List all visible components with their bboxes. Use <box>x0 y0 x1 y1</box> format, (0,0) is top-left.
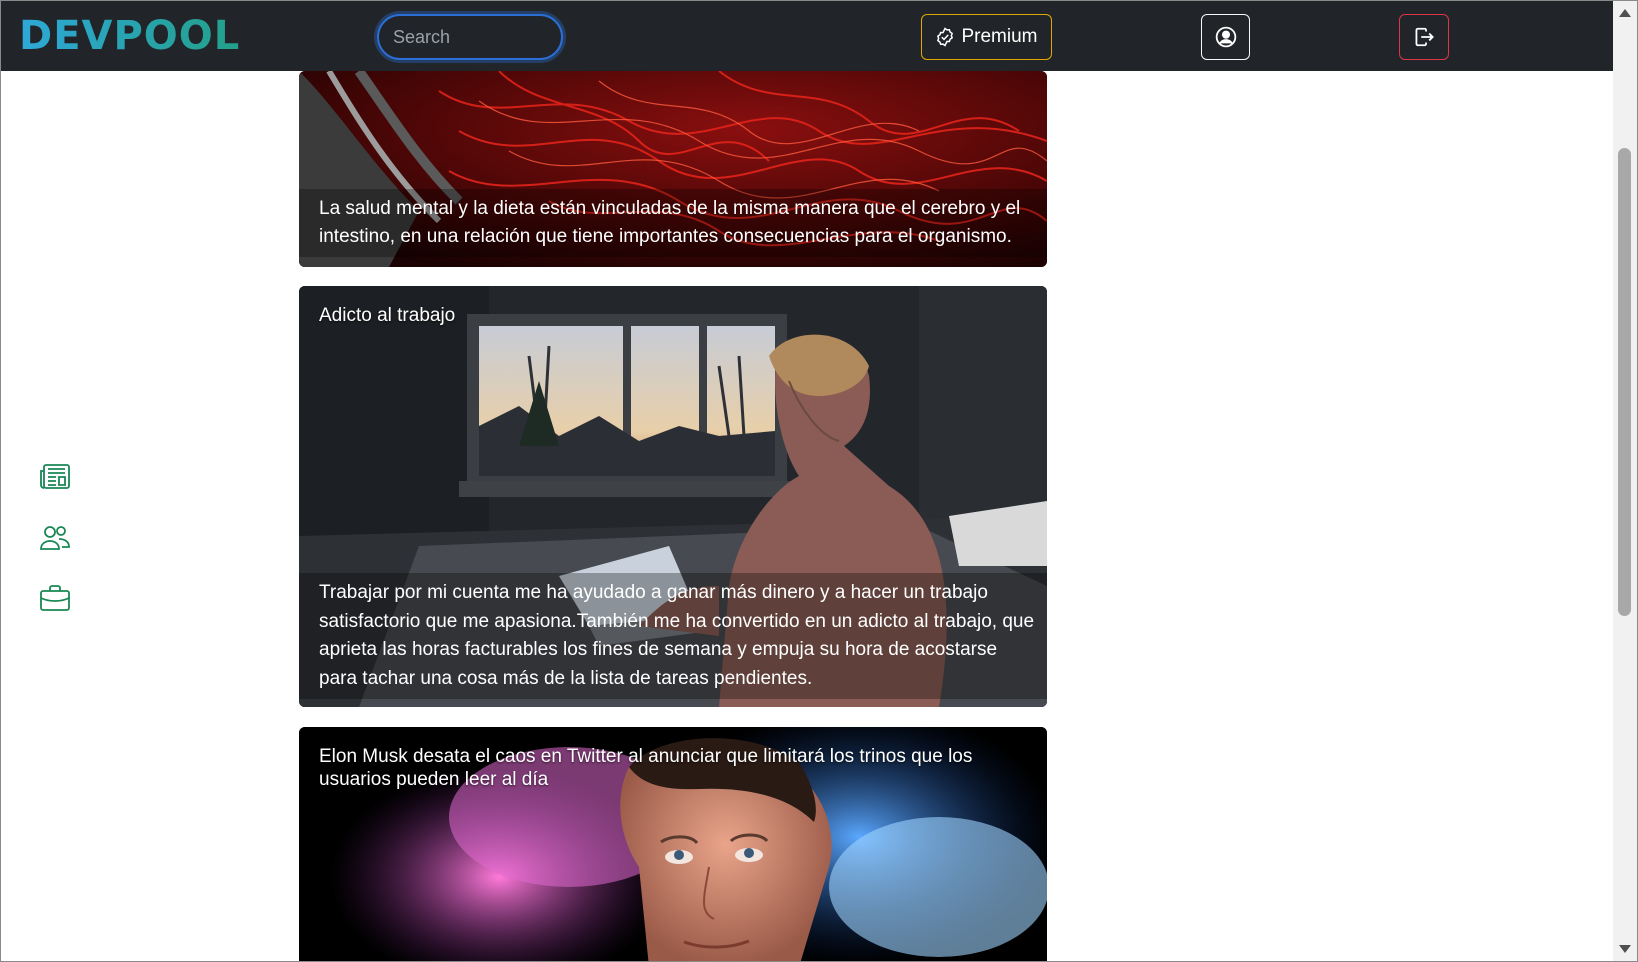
briefcase-icon <box>40 585 70 611</box>
profile-button[interactable] <box>1201 14 1250 60</box>
scroll-down-arrow-icon[interactable] <box>1619 945 1631 953</box>
logout-button[interactable] <box>1399 14 1449 60</box>
scrollbar-thumb[interactable] <box>1618 148 1631 616</box>
scroll-up-arrow-icon[interactable] <box>1619 9 1631 17</box>
premium-button[interactable]: Premium <box>921 14 1052 60</box>
post-title[interactable]: Elon Musk desata el caos en Twitter al a… <box>319 745 987 791</box>
post-body: Trabajar por mi cuenta me ha ayudado a g… <box>299 573 1047 699</box>
page-scrollbar[interactable] <box>1613 1 1637 961</box>
sidebar-item-jobs[interactable] <box>38 581 72 615</box>
post-card[interactable]: La salud mental y la dieta están vincula… <box>299 71 1047 267</box>
top-navbar: DEVPOOL Premium <box>1 1 1613 71</box>
people-icon <box>40 526 70 550</box>
sidebar-item-news[interactable] <box>38 460 72 494</box>
post-card[interactable]: Elon Musk desata el caos en Twitter al a… <box>299 727 1047 962</box>
brand-logo[interactable]: DEVPOOL <box>19 15 240 57</box>
newspaper-icon <box>40 464 70 489</box>
post-title[interactable]: Adicto al trabajo <box>319 304 987 327</box>
sidebar-item-people[interactable] <box>38 521 72 555</box>
post-card[interactable]: Adicto al trabajo Trabajar por mi cuenta… <box>299 286 1047 707</box>
premium-label: Premium <box>961 26 1038 47</box>
badge-check-icon <box>937 27 954 47</box>
box-arrow-right-icon <box>1415 27 1434 47</box>
search-input[interactable] <box>377 14 563 60</box>
post-body: La salud mental y la dieta están vincula… <box>299 189 1047 257</box>
person-circle-icon <box>1215 26 1236 48</box>
